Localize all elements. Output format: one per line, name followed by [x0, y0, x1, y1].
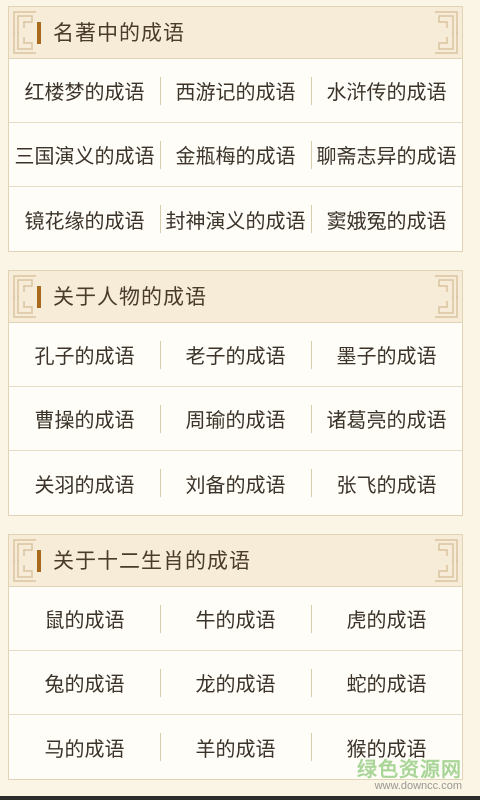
title-accent-bar [37, 550, 41, 572]
category-item[interactable]: 封神演义的成语 [160, 187, 311, 251]
category-item[interactable]: 墨子的成语 [311, 323, 462, 386]
grid-row: 三国演义的成语 金瓶梅的成语 聊斋志异的成语 [9, 123, 462, 187]
section-zodiac: 关于十二生肖的成语 鼠的成语 牛的成语 虎的成语 兔的成语 龙的成语 蛇的成语 … [8, 534, 463, 780]
category-item[interactable]: 牛的成语 [160, 587, 311, 650]
section-header: 关于人物的成语 [9, 271, 462, 323]
category-item[interactable]: 水浒传的成语 [311, 59, 462, 122]
grid-row: 红楼梦的成语 西游记的成语 水浒传的成语 [9, 59, 462, 123]
category-item[interactable]: 聊斋志异的成语 [311, 123, 462, 186]
category-item[interactable]: 金瓶梅的成语 [160, 123, 311, 186]
category-item[interactable]: 西游记的成语 [160, 59, 311, 122]
category-item[interactable]: 羊的成语 [160, 715, 311, 779]
category-item[interactable]: 诸葛亮的成语 [311, 387, 462, 450]
category-item[interactable]: 镜花缘的成语 [9, 187, 160, 251]
section-people: 关于人物的成语 孔子的成语 老子的成语 墨子的成语 曹操的成语 周瑜的成语 诸葛… [8, 270, 463, 516]
category-item[interactable]: 猴的成语 [311, 715, 462, 779]
category-item[interactable]: 曹操的成语 [9, 387, 160, 450]
section-title: 关于十二生肖的成语 [53, 549, 251, 573]
grid-row: 镜花缘的成语 封神演义的成语 窦娥冤的成语 [9, 187, 462, 251]
corner-ornament-icon [13, 559, 36, 582]
title-accent-bar [37, 286, 41, 308]
section-header: 关于十二生肖的成语 [9, 535, 462, 587]
category-item[interactable]: 老子的成语 [160, 323, 311, 386]
category-item[interactable]: 兔的成语 [9, 651, 160, 714]
grid-row: 孔子的成语 老子的成语 墨子的成语 [9, 323, 462, 387]
corner-ornament-icon [435, 559, 458, 582]
category-item[interactable]: 虎的成语 [311, 587, 462, 650]
category-item[interactable]: 龙的成语 [160, 651, 311, 714]
category-item[interactable]: 三国演义的成语 [9, 123, 160, 186]
category-item[interactable]: 窦娥冤的成语 [311, 187, 462, 251]
grid-row: 马的成语 羊的成语 猴的成语 [9, 715, 462, 779]
section-title: 名著中的成语 [53, 21, 185, 45]
bottom-edge-bar [0, 796, 480, 800]
corner-ornament-icon [435, 31, 458, 54]
category-item[interactable]: 孔子的成语 [9, 323, 160, 386]
section-title: 关于人物的成语 [53, 285, 207, 309]
category-item[interactable]: 鼠的成语 [9, 587, 160, 650]
grid-row: 鼠的成语 牛的成语 虎的成语 [9, 587, 462, 651]
category-item[interactable]: 关羽的成语 [9, 451, 160, 515]
section-classics: 名著中的成语 红楼梦的成语 西游记的成语 水浒传的成语 三国演义的成语 金瓶梅的… [8, 6, 463, 252]
grid-row: 关羽的成语 刘备的成语 张飞的成语 [9, 451, 462, 515]
app-screen: 名著中的成语 红楼梦的成语 西游记的成语 水浒传的成语 三国演义的成语 金瓶梅的… [0, 0, 480, 800]
title-accent-bar [37, 22, 41, 44]
category-item[interactable]: 马的成语 [9, 715, 160, 779]
watermark-url: www.downcc.com [374, 780, 462, 792]
grid-row: 兔的成语 龙的成语 蛇的成语 [9, 651, 462, 715]
category-item[interactable]: 刘备的成语 [160, 451, 311, 515]
corner-ornament-icon [13, 295, 36, 318]
grid-row: 曹操的成语 周瑜的成语 诸葛亮的成语 [9, 387, 462, 451]
category-item[interactable]: 蛇的成语 [311, 651, 462, 714]
corner-ornament-icon [13, 31, 36, 54]
category-item[interactable]: 红楼梦的成语 [9, 59, 160, 122]
section-header: 名著中的成语 [9, 7, 462, 59]
category-item[interactable]: 周瑜的成语 [160, 387, 311, 450]
category-item[interactable]: 张飞的成语 [311, 451, 462, 515]
corner-ornament-icon [435, 295, 458, 318]
